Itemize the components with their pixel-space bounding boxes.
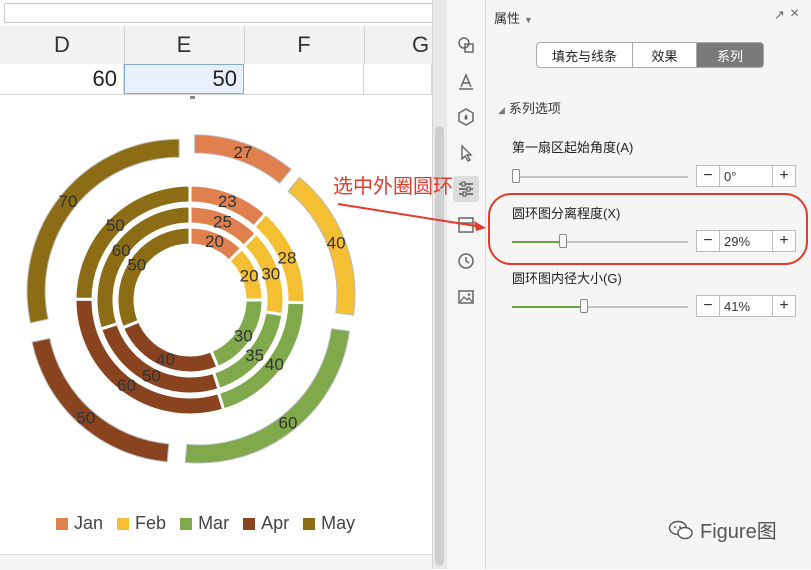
data-label: 60 bbox=[112, 241, 131, 260]
data-label: 40 bbox=[265, 355, 284, 374]
decrement-button[interactable]: − bbox=[697, 231, 720, 251]
watermark: Figure图 bbox=[668, 515, 777, 544]
section-title: 系列选项 bbox=[508, 101, 561, 116]
increment-button[interactable]: + bbox=[772, 231, 795, 251]
slider-thumb[interactable] bbox=[559, 234, 568, 248]
legend-label: May bbox=[321, 513, 356, 533]
legend-swatch bbox=[243, 517, 256, 530]
series-options-icon[interactable] bbox=[453, 176, 479, 202]
legend-label: Feb bbox=[135, 513, 167, 533]
data-label: 20 bbox=[240, 267, 259, 286]
data-label: 50 bbox=[76, 409, 95, 428]
text-style-icon[interactable] bbox=[455, 70, 477, 92]
slider-thumb[interactable] bbox=[580, 299, 589, 313]
hole-size-stepper[interactable]: − 41% + bbox=[696, 295, 796, 317]
sheet-row: 60 50 bbox=[0, 64, 432, 95]
panel-tabs: 填充与线条 效果 系列 bbox=[536, 42, 764, 68]
formula-bar bbox=[0, 0, 442, 27]
panel-title[interactable]: 属性 ▼ bbox=[494, 8, 533, 27]
slider-fill bbox=[512, 241, 564, 243]
cell-d[interactable]: 60 bbox=[0, 64, 124, 94]
decrement-button[interactable]: − bbox=[697, 296, 720, 316]
hole-size-value[interactable]: 41% bbox=[720, 296, 772, 316]
legend-label: Mar bbox=[198, 513, 230, 533]
start-angle-value[interactable]: 0° bbox=[720, 166, 772, 186]
resize-handle[interactable] bbox=[190, 96, 195, 99]
slider-fill bbox=[512, 306, 585, 308]
data-label: 60 bbox=[279, 414, 298, 433]
legend-swatch bbox=[117, 517, 130, 530]
data-label: 35 bbox=[245, 346, 264, 365]
column-headers: D E F G bbox=[0, 26, 464, 65]
explosion-value[interactable]: 29% bbox=[720, 231, 772, 251]
collapse-icon[interactable]: ◢ bbox=[498, 105, 505, 115]
data-label: 25 bbox=[213, 213, 232, 232]
tab-series[interactable]: 系列 bbox=[697, 43, 763, 67]
side-toolbar bbox=[447, 0, 486, 569]
close-icon[interactable]: × bbox=[790, 5, 799, 23]
hole-size-label: 圆环图内径大小(G) bbox=[512, 271, 622, 286]
data-label: 30 bbox=[234, 327, 253, 346]
data-label: 23 bbox=[218, 192, 237, 211]
data-label: 40 bbox=[327, 234, 346, 253]
dropdown-icon[interactable]: ▼ bbox=[524, 15, 533, 25]
legend-item-jan[interactable]: Jan bbox=[56, 513, 103, 534]
legend-item-feb[interactable]: Feb bbox=[117, 513, 166, 534]
start-angle-stepper[interactable]: − 0° + bbox=[696, 165, 796, 187]
sheet-bottom-row bbox=[0, 554, 432, 570]
data-label: 20 bbox=[205, 232, 224, 251]
data-label: 50 bbox=[142, 367, 161, 386]
increment-button[interactable]: + bbox=[772, 166, 795, 186]
fill-icon[interactable] bbox=[455, 106, 477, 128]
scrollbar-thumb[interactable] bbox=[435, 126, 444, 566]
start-angle-slider[interactable] bbox=[512, 169, 688, 183]
pin-icon[interactable]: ↗ bbox=[774, 7, 785, 23]
history-icon[interactable] bbox=[455, 250, 477, 272]
vertical-scrollbar[interactable] bbox=[432, 0, 447, 569]
shapes-icon[interactable] bbox=[455, 34, 477, 56]
legend-swatch bbox=[180, 517, 193, 530]
cell-e-selected[interactable]: 50 bbox=[124, 64, 244, 94]
legend-label: Apr bbox=[261, 513, 290, 533]
data-label: 70 bbox=[59, 192, 78, 211]
data-label: 50 bbox=[106, 216, 125, 235]
watermark-text: Figure图 bbox=[700, 521, 777, 543]
explosion-label: 圆环图分离程度(X) bbox=[512, 206, 621, 221]
hole-size-slider[interactable] bbox=[512, 299, 688, 313]
column-header-e[interactable]: E bbox=[124, 26, 245, 64]
legend-item-may[interactable]: May bbox=[303, 513, 355, 534]
legend-item-apr[interactable]: Apr bbox=[243, 513, 289, 534]
start-angle-label: 第一扇区起始角度(A) bbox=[512, 140, 634, 155]
cell-g[interactable] bbox=[364, 64, 432, 94]
wechat-icon bbox=[668, 520, 693, 539]
data-label: 28 bbox=[278, 248, 297, 267]
legend-swatch bbox=[303, 517, 316, 530]
spreadsheet-area: D E F G 60 50 20 20 30 40 50 25 30 35 50 60 23 28 40… bbox=[0, 0, 464, 570]
legend-label: Jan bbox=[74, 513, 104, 533]
legend-swatch bbox=[56, 517, 68, 530]
tab-effects[interactable]: 效果 bbox=[633, 43, 697, 67]
layout-icon[interactable] bbox=[455, 214, 477, 236]
panel-title-label: 属性 bbox=[494, 11, 521, 26]
tab-fill-line[interactable]: 填充与线条 bbox=[537, 43, 633, 67]
cell-f[interactable] bbox=[244, 64, 364, 94]
section-header[interactable]: ◢ 系列选项 bbox=[498, 98, 561, 117]
slider-thumb[interactable] bbox=[512, 169, 520, 183]
explosion-slider[interactable] bbox=[512, 234, 688, 248]
formula-input[interactable] bbox=[4, 3, 442, 23]
explosion-stepper[interactable]: − 29% + bbox=[696, 230, 796, 252]
data-label: 27 bbox=[233, 143, 252, 162]
chart-legend: Jan Feb Mar Apr May bbox=[56, 513, 355, 534]
increment-button[interactable]: + bbox=[772, 296, 795, 316]
data-label: 30 bbox=[261, 265, 280, 284]
properties-panel: 属性 ▼ ↗ × 填充与线条 效果 系列 ◢ 系列选项 第一扇区起始角度(A) − … bbox=[486, 0, 811, 569]
column-header-d[interactable]: D bbox=[0, 26, 125, 64]
data-label: 60 bbox=[117, 376, 136, 395]
legend-item-mar[interactable]: Mar bbox=[180, 513, 229, 534]
column-header-f[interactable]: F bbox=[244, 26, 365, 64]
doughnut-chart[interactable]: 2020304050253035506023284060502740605070 bbox=[0, 96, 432, 554]
select-cursor-icon[interactable] bbox=[455, 142, 477, 164]
decrement-button[interactable]: − bbox=[697, 166, 720, 186]
image-icon[interactable] bbox=[455, 286, 477, 308]
